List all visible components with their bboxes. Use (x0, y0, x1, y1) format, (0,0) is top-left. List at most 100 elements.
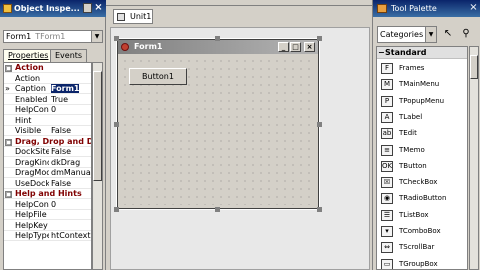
unit-file-icon (117, 13, 125, 21)
collapse-icon[interactable]: − (378, 47, 385, 59)
property-row[interactable]: HelpFile (4, 210, 91, 220)
collapse-icon[interactable]: □ (5, 191, 12, 198)
property-row[interactable]: Hint (4, 116, 91, 126)
component-icon: ◉ (381, 193, 393, 205)
palette-item-label: Frames (399, 64, 425, 72)
tab-properties[interactable]: Properties (3, 49, 54, 62)
component-icon: ▭ (381, 258, 393, 269)
property-value[interactable]: True (51, 95, 91, 105)
palette-item[interactable]: ≡ TMemo (377, 142, 467, 158)
property-row[interactable]: HelpKey (4, 221, 91, 231)
form-titlebar[interactable]: Form1 _ □ × (118, 40, 318, 54)
palette-item[interactable]: ☒ TCheckBox (377, 174, 467, 190)
tool-palette-scrollbar[interactable] (469, 46, 479, 270)
property-row[interactable]: DockSite False (4, 147, 91, 157)
palette-item[interactable]: ☰ TListBox (377, 207, 467, 223)
property-value-editor[interactable]: Form1 (51, 84, 80, 93)
property-row[interactable]: HelpCont 0 (4, 200, 91, 210)
button1[interactable]: Button1 (129, 68, 187, 85)
property-value[interactable]: False (51, 147, 91, 157)
group-header-standard[interactable]: − Standard (377, 47, 467, 59)
property-name: HelpFile (15, 210, 47, 219)
selection-handle[interactable] (317, 36, 322, 41)
categories-label: Categories (380, 30, 424, 39)
categories-dropdown[interactable]: Categories ▼ (377, 26, 437, 43)
selection-handle[interactable] (317, 207, 322, 212)
selection-handle[interactable] (114, 207, 119, 212)
chevron-down-icon[interactable]: ▼ (91, 31, 102, 42)
property-row[interactable]: UseDock False (4, 179, 91, 189)
property-row[interactable]: DragModedmManual (4, 168, 91, 178)
selection-handle[interactable] (215, 207, 220, 212)
property-value[interactable]: dkDrag (51, 158, 91, 168)
collapse-icon[interactable]: □ (5, 138, 12, 146)
property-category[interactable]: □ Action (4, 63, 91, 73)
scrollbar-thumb[interactable] (93, 71, 102, 181)
property-name: DragKind (15, 157, 49, 167)
property-row[interactable]: Action (4, 74, 91, 84)
property-row[interactable]: DragKind dkDrag (4, 157, 91, 168)
close-icon[interactable]: × (468, 2, 479, 14)
property-category[interactable]: □ Help and Hints (4, 189, 91, 199)
property-value[interactable]: 0 (51, 105, 91, 115)
palette-item[interactable]: ◉ TRadioButton (377, 190, 467, 206)
component-icon: ▾ (381, 226, 393, 237)
property-value[interactable]: dmManual (51, 168, 91, 178)
palette-item[interactable]: P TPopupMenu (377, 93, 467, 109)
palette-item-label: TMainMenu (399, 80, 440, 89)
chevron-down-icon[interactable]: ▼ (425, 27, 436, 42)
tab-unit1[interactable]: Unit1 (113, 9, 153, 24)
palette-item[interactable]: A TLabel (377, 109, 467, 125)
component-icon: A (381, 111, 393, 123)
object-inspector-titlebar[interactable]: Object Inspe... × (0, 0, 106, 17)
form-client-area[interactable]: Button1 (121, 57, 315, 205)
property-name: DockSite (15, 147, 49, 156)
selection-handle[interactable] (114, 36, 119, 41)
property-value[interactable]: False (51, 179, 91, 189)
property-value[interactable]: Form1 (51, 84, 91, 94)
collapse-icon[interactable]: □ (5, 65, 12, 72)
property-value[interactable]: htContext (51, 231, 91, 241)
palette-item-label: TComboBox (399, 227, 441, 235)
property-row[interactable]: HelpType htContext (4, 231, 91, 241)
form-close-button[interactable]: × (304, 42, 315, 52)
property-value[interactable]: 0 (51, 200, 91, 210)
property-row[interactable]: Enabled True (4, 95, 91, 105)
palette-item[interactable]: OK TButton (377, 158, 467, 174)
close-icon[interactable]: × (93, 2, 104, 14)
maximize-button[interactable]: □ (290, 42, 301, 52)
selection-handle[interactable] (317, 122, 322, 127)
pointer-icon[interactable]: ↖ (441, 27, 455, 41)
property-row[interactable]: » Caption Form1 (4, 84, 91, 94)
designed-form[interactable]: Form1 _ □ × Button1 (116, 38, 320, 210)
property-row[interactable]: HelpCont 0 (4, 105, 91, 115)
component-icon: ☒ (381, 177, 393, 189)
palette-item[interactable]: ▾ TComboBox (377, 223, 467, 239)
palette-item-label: TCheckBox (399, 178, 438, 187)
property-grid: □ Action Action» Caption Form1 Enabled True Hel… (3, 62, 92, 270)
palette-item[interactable]: ⇔ TScrollBar (377, 239, 467, 255)
tool-palette-titlebar[interactable]: Tool Palette × (373, 0, 480, 17)
palette-item[interactable]: M TMainMenu (377, 76, 467, 92)
selection-handle[interactable] (215, 36, 220, 41)
palette-item[interactable]: ▭ TGroupBox (377, 256, 467, 269)
selection-handle[interactable] (114, 122, 119, 127)
property-value[interactable]: False (51, 126, 91, 136)
scrollbar-thumb[interactable] (470, 55, 478, 79)
component-icon: ⇔ (381, 242, 393, 254)
filter-icon[interactable]: ⚲ (459, 27, 473, 41)
property-row[interactable]: Visible False (4, 126, 91, 136)
property-category[interactable]: □ Drag, Drop and Do (4, 136, 92, 147)
palette-item[interactable]: ab TEdit (377, 125, 467, 141)
component-icon: ≡ (381, 144, 393, 156)
category-label: Help and Hints (15, 189, 82, 198)
component-selector[interactable]: Form1 TForm1 ▼ (3, 30, 103, 43)
palette-item[interactable]: F Frames (377, 60, 467, 76)
pin-icon[interactable] (83, 3, 92, 13)
category-label: Drag, Drop and Do (15, 136, 92, 146)
object-inspector-panel: Object Inspe... × Form1 TForm1 ▼ Properti… (0, 0, 106, 270)
minimize-button[interactable]: _ (278, 42, 289, 52)
property-grid-scrollbar[interactable] (92, 62, 103, 270)
tab-events[interactable]: Events (50, 49, 88, 62)
palette-item-label: TButton (399, 161, 427, 170)
